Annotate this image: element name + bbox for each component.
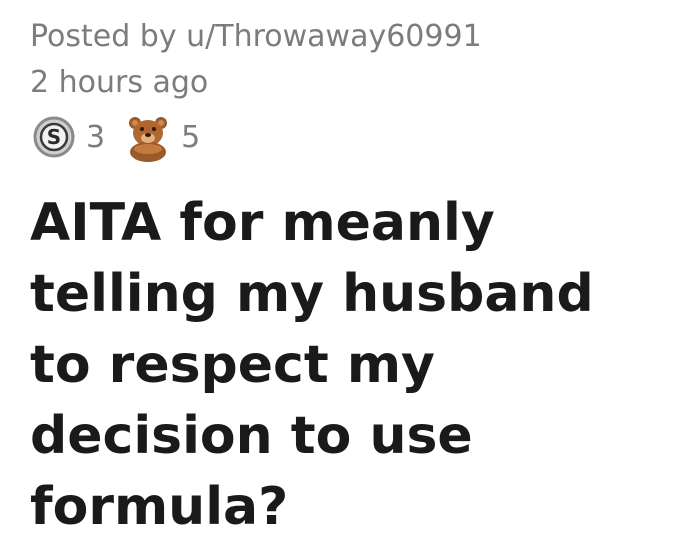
award-count: 5 — [181, 119, 201, 155]
svg-text:S: S — [47, 125, 61, 149]
post-card: Posted by u/Throwaway60991 2 hours ago S… — [30, 14, 670, 543]
post-timestamp[interactable]: 2 hours ago — [30, 60, 670, 106]
award-silver[interactable]: S 3 — [30, 113, 105, 161]
post-title[interactable]: AITA for meanly telling my husband to re… — [30, 188, 670, 543]
awards-row[interactable]: S 3 5 — [30, 112, 670, 162]
silver-award-icon: S — [30, 113, 78, 161]
award-bear[interactable]: 5 — [123, 112, 200, 162]
bear-award-icon — [123, 112, 173, 162]
award-count: 3 — [86, 119, 106, 155]
posted-by[interactable]: Posted by u/Throwaway60991 — [30, 14, 670, 60]
